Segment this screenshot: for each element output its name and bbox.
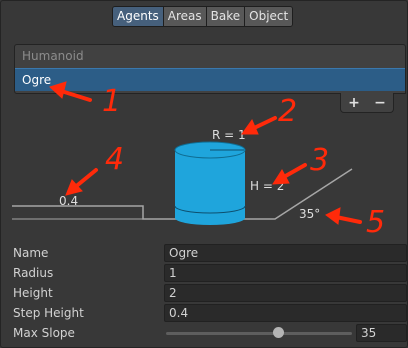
arrow-1-head bbox=[49, 81, 67, 99]
annotation-2: 2 bbox=[278, 94, 298, 129]
arrow-5-head bbox=[325, 207, 341, 225]
radius-label: Radius bbox=[13, 266, 54, 280]
annotation-5: 5 bbox=[366, 205, 386, 240]
property-row-name: Name Ogre bbox=[0, 244, 408, 264]
step-height-label: Step Height bbox=[13, 306, 84, 320]
name-field[interactable]: Ogre bbox=[164, 244, 407, 262]
step-height-field[interactable]: 0.4 bbox=[164, 304, 407, 322]
max-slope-slider-track[interactable] bbox=[166, 332, 352, 335]
property-row-radius: Radius 1 bbox=[0, 264, 408, 284]
max-slope-field[interactable]: 35 bbox=[356, 324, 407, 342]
property-row-max-slope: Max Slope 35 bbox=[0, 324, 408, 344]
max-slope-label: Max Slope bbox=[13, 326, 75, 340]
height-label: Height bbox=[13, 286, 53, 300]
arrow-5-shaft bbox=[334, 215, 362, 224]
annotation-1: 1 bbox=[102, 84, 122, 119]
radius-field[interactable]: 1 bbox=[164, 264, 407, 282]
annotation-3: 3 bbox=[310, 143, 330, 178]
property-row-step-height: Step Height 0.4 bbox=[0, 304, 408, 324]
annotation-4: 4 bbox=[105, 142, 125, 177]
name-label: Name bbox=[13, 246, 49, 260]
property-row-height: Height 2 bbox=[0, 284, 408, 304]
height-field[interactable]: 2 bbox=[164, 284, 407, 302]
max-slope-slider-thumb[interactable] bbox=[272, 327, 284, 338]
